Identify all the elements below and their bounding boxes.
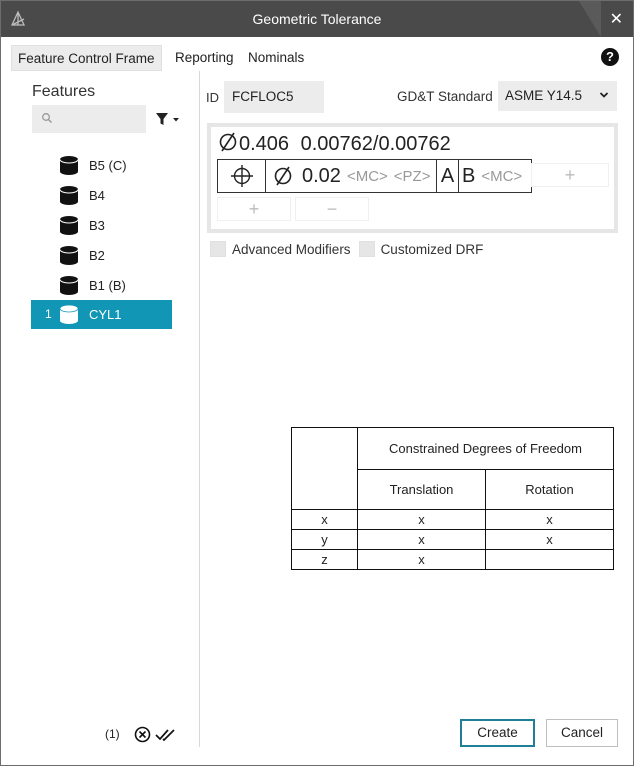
dof-axis: y	[291, 529, 358, 550]
material-modifier[interactable]: <MC>	[347, 168, 388, 185]
feature-label: B4	[89, 188, 105, 203]
main-panel: ID FCFLOC5 GD&T Standard ASME Y14.5 0.40…	[201, 71, 625, 747]
tab-feature-control-frame[interactable]: Feature Control Frame	[11, 45, 162, 71]
id-field[interactable]: FCFLOC5	[224, 81, 324, 113]
datum-a-cell[interactable]: A	[437, 160, 459, 192]
gdt-standard-label: GD&T Standard	[397, 89, 493, 104]
close-icon[interactable]: ✕	[610, 9, 623, 29]
diameter-icon	[274, 166, 292, 186]
gdt-standard-value: ASME Y14.5	[505, 88, 583, 103]
table-row: y x x	[291, 529, 614, 550]
advanced-modifiers-label: Advanced Modifiers	[232, 241, 351, 257]
cylinder-icon	[59, 246, 79, 265]
select-all-icon[interactable]	[155, 727, 179, 743]
create-button[interactable]: Create	[460, 719, 535, 747]
features-sidebar: Features B5 (C) B4 B3 B2 B1 (B) 1 CYL1 (…	[11, 71, 200, 747]
titlebar-decoration	[579, 1, 601, 37]
cylinder-icon	[59, 304, 79, 324]
position-symbol-icon	[230, 165, 253, 187]
cancel-button[interactable]: Cancel	[546, 719, 618, 747]
feature-item[interactable]: B5 (C)	[31, 151, 172, 180]
dof-table: Constrained Degrees of Freedom Translati…	[291, 427, 614, 570]
dialog-title: Geometric Tolerance	[252, 11, 382, 27]
gdt-standard-select[interactable]: ASME Y14.5	[498, 81, 617, 111]
cylinder-icon	[59, 186, 79, 205]
dof-header: Constrained Degrees of Freedom	[357, 427, 614, 470]
tolerance-value[interactable]: 0.02	[302, 165, 341, 188]
feature-size-line: 0.406 0.00762/0.00762	[217, 131, 451, 156]
clear-selection-icon[interactable]	[134, 726, 151, 743]
table-row: z x	[291, 549, 614, 570]
tolerance-cell[interactable]: 0.02 <MC> <PZ>	[266, 160, 437, 192]
control-frame: 0.02 <MC> <PZ> A B <MC>	[217, 159, 532, 193]
customized-drf-checkbox[interactable]	[358, 241, 375, 257]
dof-rotation: x	[485, 509, 614, 530]
table-row: x x x	[291, 509, 614, 530]
customized-drf-label: Customized DRF	[380, 241, 484, 257]
add-segment-button[interactable]: +	[217, 197, 291, 221]
feature-item[interactable]: B2	[31, 241, 172, 270]
dof-translation: x	[357, 509, 486, 530]
feature-item[interactable]: B1 (B)	[31, 271, 172, 300]
feature-label: B1 (B)	[89, 278, 126, 293]
feature-size-value[interactable]: 0.406	[239, 133, 289, 155]
feature-control-frame-editor: 0.406 0.00762/0.00762 0.02 <MC> <PZ> A B…	[207, 123, 618, 233]
add-datum-button[interactable]: +	[531, 163, 609, 187]
dof-translation: x	[357, 529, 486, 550]
tab-nominals[interactable]: Nominals	[242, 45, 310, 71]
dof-col-translation: Translation	[357, 469, 486, 510]
dof-translation: x	[357, 549, 486, 570]
datum-b-cell[interactable]: B <MC>	[459, 160, 531, 192]
feature-item[interactable]: B4	[31, 181, 172, 210]
help-icon[interactable]: ?	[601, 48, 619, 66]
feature-item-selected[interactable]: 1 CYL1	[31, 300, 172, 329]
features-heading: Features	[32, 83, 96, 100]
tolerance-plus[interactable]: 0.00762	[301, 133, 373, 155]
datum-b: B	[462, 164, 476, 187]
dof-axis: x	[291, 509, 358, 530]
feature-label: B3	[89, 218, 105, 233]
dof-col-rotation: Rotation	[485, 469, 614, 510]
dof-corner-cell	[291, 427, 358, 510]
feature-search	[32, 105, 146, 133]
cylinder-icon	[59, 276, 79, 295]
dof-rotation	[485, 549, 614, 570]
dof-rotation: x	[485, 529, 614, 550]
feature-number: 1	[45, 307, 52, 321]
datum-b-modifier[interactable]: <MC>	[481, 168, 522, 185]
search-icon	[42, 113, 53, 124]
tab-bar: Feature Control Frame Reporting Nominals…	[11, 45, 625, 71]
feature-item[interactable]: B3	[31, 211, 172, 240]
tab-reporting[interactable]: Reporting	[169, 45, 240, 71]
feature-label: B2	[89, 248, 105, 263]
geometric-tolerance-dialog: Geometric Tolerance ✕ Feature Control Fr…	[0, 0, 634, 766]
filter-dropdown[interactable]	[154, 111, 184, 127]
characteristic-cell[interactable]	[218, 160, 266, 192]
cylinder-icon	[59, 156, 79, 175]
zone-modifier[interactable]: <PZ>	[394, 168, 431, 185]
cylinder-icon	[59, 216, 79, 235]
search-input[interactable]	[58, 109, 142, 129]
selection-count: (1)	[105, 727, 120, 741]
advanced-modifiers-checkbox[interactable]	[210, 241, 226, 257]
options-row: Advanced Modifiers Customized DRF	[210, 239, 491, 259]
chevron-down-icon	[599, 92, 609, 98]
diameter-icon	[219, 132, 237, 152]
datum-a: A	[440, 164, 455, 187]
title-bar: Geometric Tolerance ✕	[1, 1, 633, 37]
filter-icon	[156, 113, 179, 125]
remove-segment-button[interactable]: −	[295, 197, 369, 221]
dof-axis: z	[291, 549, 358, 570]
tolerance-minus[interactable]: 0.00762	[378, 133, 450, 155]
id-label: ID	[206, 90, 219, 105]
feature-label: B5 (C)	[89, 158, 127, 173]
feature-label: CYL1	[89, 307, 122, 322]
